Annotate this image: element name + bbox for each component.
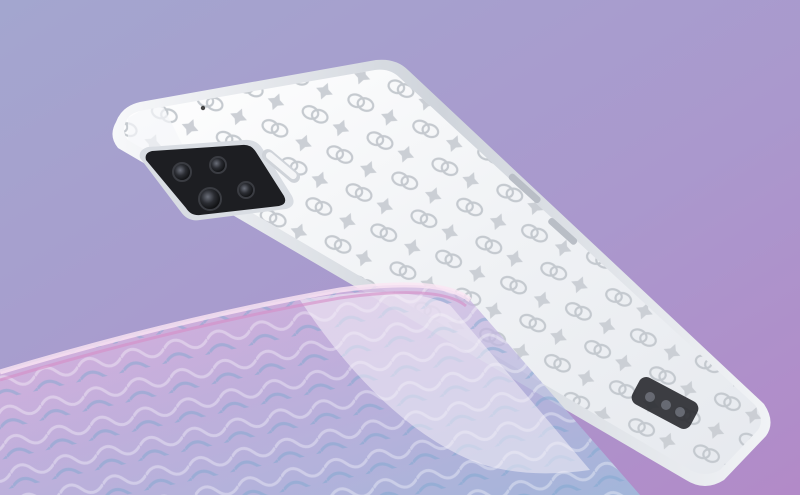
camera-lens-icon <box>172 162 192 182</box>
scene-svg <box>0 0 800 495</box>
microphone-hole <box>200 105 206 111</box>
product-photo <box>0 0 800 495</box>
camera-lens-icon <box>198 187 222 211</box>
camera-lens-icon <box>237 181 255 199</box>
camera-lens-icon <box>209 156 227 174</box>
